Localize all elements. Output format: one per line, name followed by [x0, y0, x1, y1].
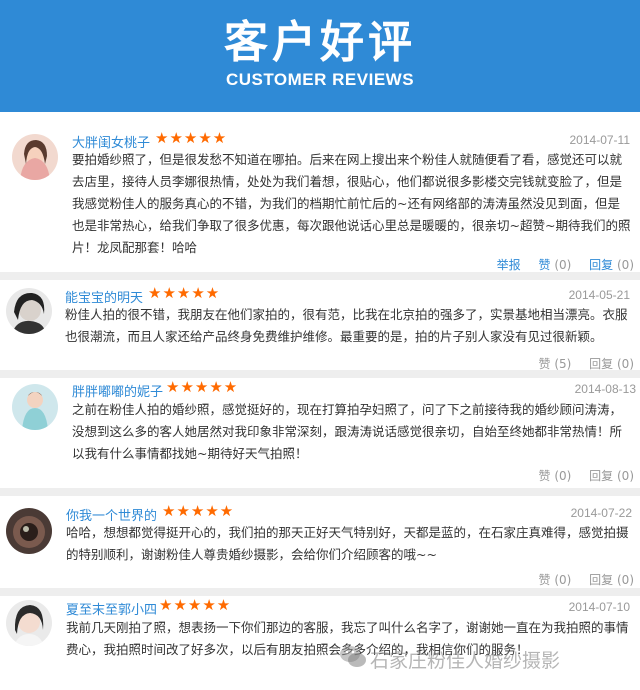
avatar[interactable]	[6, 508, 52, 554]
reply-button[interactable]: 回复	[589, 357, 613, 371]
reply-button[interactable]: 回复	[589, 258, 613, 272]
reply-count: (0)	[617, 357, 634, 371]
review-date: 2014-07-10	[568, 600, 630, 614]
review-date: 2014-07-22	[570, 506, 632, 520]
avatar[interactable]	[12, 134, 58, 180]
review-text: 哈哈，想想都觉得挺开心的，我们拍的那天正好天气特别好，天都是蓝的，在石家庄真难得…	[66, 525, 629, 562]
rating-stars: ★★★★★	[159, 596, 232, 614]
divider	[0, 370, 640, 378]
reviewer-name[interactable]: 夏至末至郭小四	[66, 599, 157, 618]
divider	[0, 488, 640, 496]
watermark: 石家庄粉佳人婚纱摄影	[370, 650, 561, 672]
rating-stars: ★★★★★	[162, 502, 235, 520]
review-actions: 赞 (0) 回复 (0)	[524, 467, 634, 484]
review-item: 能宝宝的明天 ★★★★★ 2014-05-21 粉佳人拍的很不错，我朋友在他们家…	[0, 280, 640, 378]
reviewer-name[interactable]: 胖胖嘟嘟的妮子	[72, 381, 163, 400]
review-date: 2014-05-21	[568, 288, 630, 302]
wechat-logo-icon	[340, 646, 366, 667]
like-button[interactable]: 赞	[538, 573, 550, 587]
page-subtitle: CUSTOMER REVIEWS	[225, 70, 415, 89]
avatar[interactable]	[6, 600, 52, 646]
reply-count: (0)	[617, 469, 634, 483]
reply-count: (0)	[617, 258, 634, 272]
review-text: 粉佳人拍的很不错，我朋友在他们家拍的，很有范，比我在北京拍的强多了，实景基地相当…	[65, 307, 628, 344]
like-button[interactable]: 赞	[538, 357, 550, 371]
divider	[0, 272, 640, 280]
rating-stars: ★★★★★	[155, 129, 228, 147]
reply-button[interactable]: 回复	[589, 573, 613, 587]
rating-stars: ★★★★★	[166, 378, 239, 396]
like-button[interactable]: 赞	[538, 258, 550, 272]
page-title: 客户好评	[224, 17, 416, 68]
review-item: 你我一个世界的 ★★★★★ 2014-07-22 哈哈，想想都觉得挺开心的，我们…	[0, 496, 640, 592]
header-banner: 客户好评 CUSTOMER REVIEWS	[0, 0, 640, 112]
like-count: (5)	[554, 357, 572, 371]
divider	[0, 588, 640, 596]
review-text: 之前在粉佳人拍的婚纱照，感觉挺好的，现在打算拍孕妇照了，问了下之前接待我的婚纱顾…	[72, 402, 623, 461]
review-actions: 举报 赞 (0) 回复 (0)	[497, 256, 634, 273]
reply-button[interactable]: 回复	[589, 469, 613, 483]
like-count: (0)	[554, 469, 572, 483]
review-item: 大胖闺女桃子 ★★★★★ 2014-07-11 要拍婚纱照了，但是很发愁不知道在…	[0, 122, 640, 273]
like-count: (0)	[554, 258, 572, 272]
review-item: 夏至末至郭小四 ★★★★★ 2014-07-10 我前几天刚拍了照，想表扬一下你…	[0, 596, 640, 690]
like-count: (0)	[554, 573, 572, 587]
review-item: 胖胖嘟嘟的妮子 ★★★★★ 2014-08-13 之前在粉佳人拍的婚纱照，感觉挺…	[0, 378, 640, 490]
avatar[interactable]	[6, 288, 52, 334]
review-text: 要拍婚纱照了，但是很发愁不知道在哪拍。后来在网上搜出来个粉佳人就随便看了看，感觉…	[72, 152, 631, 255]
review-actions: 赞 (0) 回复 (0)	[524, 571, 634, 588]
avatar[interactable]	[12, 384, 58, 430]
rating-stars: ★★★★★	[148, 284, 221, 302]
review-date: 2014-07-11	[569, 133, 631, 147]
reply-count: (0)	[617, 573, 634, 587]
review-date: 2014-08-13	[574, 382, 636, 396]
report-link[interactable]: 举报	[497, 258, 521, 272]
like-button[interactable]: 赞	[538, 469, 550, 483]
